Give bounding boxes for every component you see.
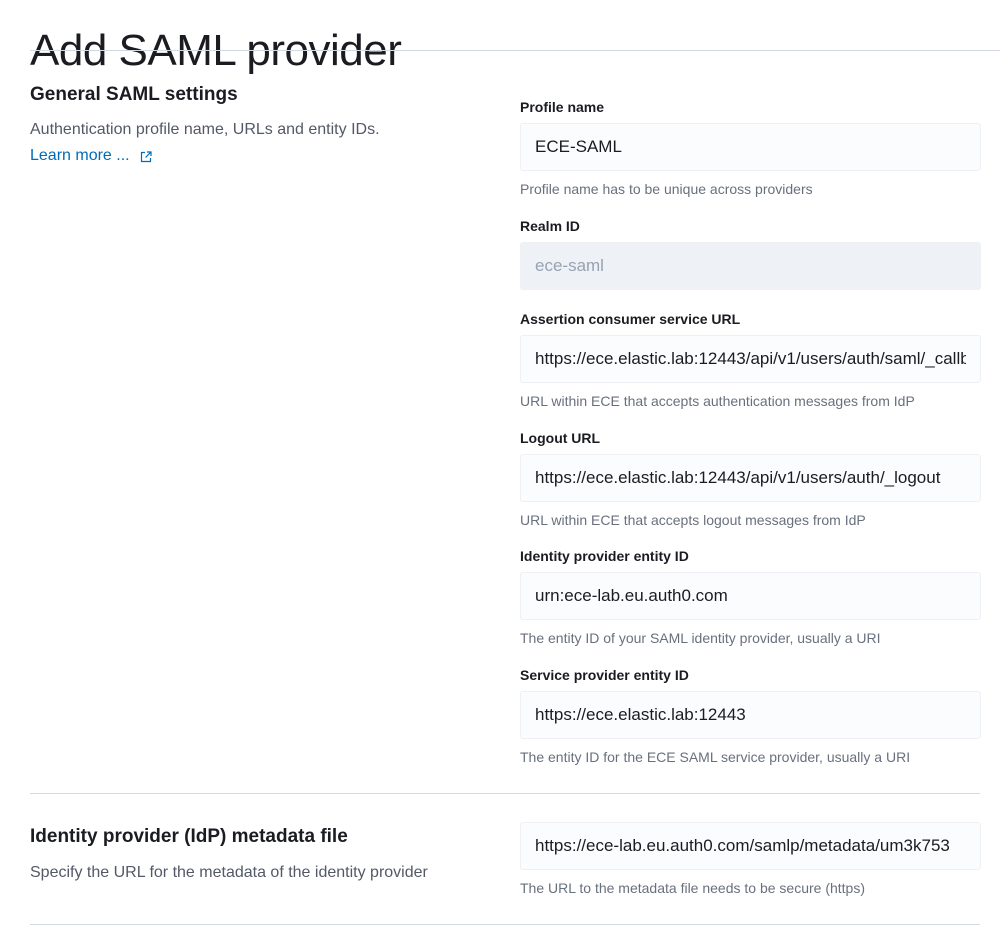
sp-entity-id-input[interactable] [520, 691, 981, 739]
learn-more-label: Learn more ... [30, 147, 130, 164]
acs-url-help: URL within ECE that accepts authenticati… [520, 393, 915, 409]
realm-id-input [520, 242, 981, 290]
profile-name-label: Profile name [520, 99, 605, 115]
realm-id-label: Realm ID [520, 218, 580, 234]
section-divider [30, 793, 980, 794]
idp-entity-id-field: Identity provider entity ID The entity I… [520, 547, 981, 647]
idp-entity-id-help: The entity ID of your SAML identity prov… [520, 630, 881, 646]
logout-url-field: Logout URL URL within ECE that accepts l… [520, 429, 981, 529]
sp-entity-id-help: The entity ID for the ECE SAML service p… [520, 749, 911, 765]
logout-url-input[interactable] [520, 454, 981, 502]
acs-url-field: Assertion consumer service URL URL withi… [520, 310, 981, 410]
title-divider [30, 50, 1000, 51]
profile-name-help: Profile name has to be unique across pro… [520, 181, 813, 197]
metadata-section-title: Identity provider (IdP) metadata file [30, 826, 348, 847]
metadata-url-input[interactable] [520, 822, 981, 870]
logout-url-help: URL within ECE that accepts logout messa… [520, 512, 866, 528]
idp-entity-id-label: Identity provider entity ID [520, 548, 689, 564]
acs-url-input[interactable] [520, 335, 981, 383]
bottom-divider [30, 924, 980, 925]
logout-url-label: Logout URL [520, 430, 601, 446]
profile-name-input[interactable] [520, 123, 981, 171]
metadata-section-description: Specify the URL for the metadata of the … [30, 864, 428, 881]
metadata-url-field: The URL to the metadata file needs to be… [520, 797, 981, 897]
sp-entity-id-label: Service provider entity ID [520, 667, 689, 683]
metadata-url-help: The URL to the metadata file needs to be… [520, 880, 866, 896]
acs-url-label: Assertion consumer service URL [520, 311, 741, 327]
page-title: Add SAML provider [30, 26, 402, 76]
idp-entity-id-input[interactable] [520, 572, 981, 620]
general-section-title: General SAML settings [30, 84, 238, 105]
learn-more-link[interactable]: Learn more ... [30, 144, 152, 168]
profile-name-field: Profile name Profile name has to be uniq… [520, 98, 981, 198]
realm-id-field: Realm ID [520, 217, 981, 290]
general-section-description: Authentication profile name, URLs and en… [30, 121, 380, 138]
external-link-icon [140, 151, 152, 163]
sp-entity-id-field: Service provider entity ID The entity ID… [520, 666, 981, 766]
